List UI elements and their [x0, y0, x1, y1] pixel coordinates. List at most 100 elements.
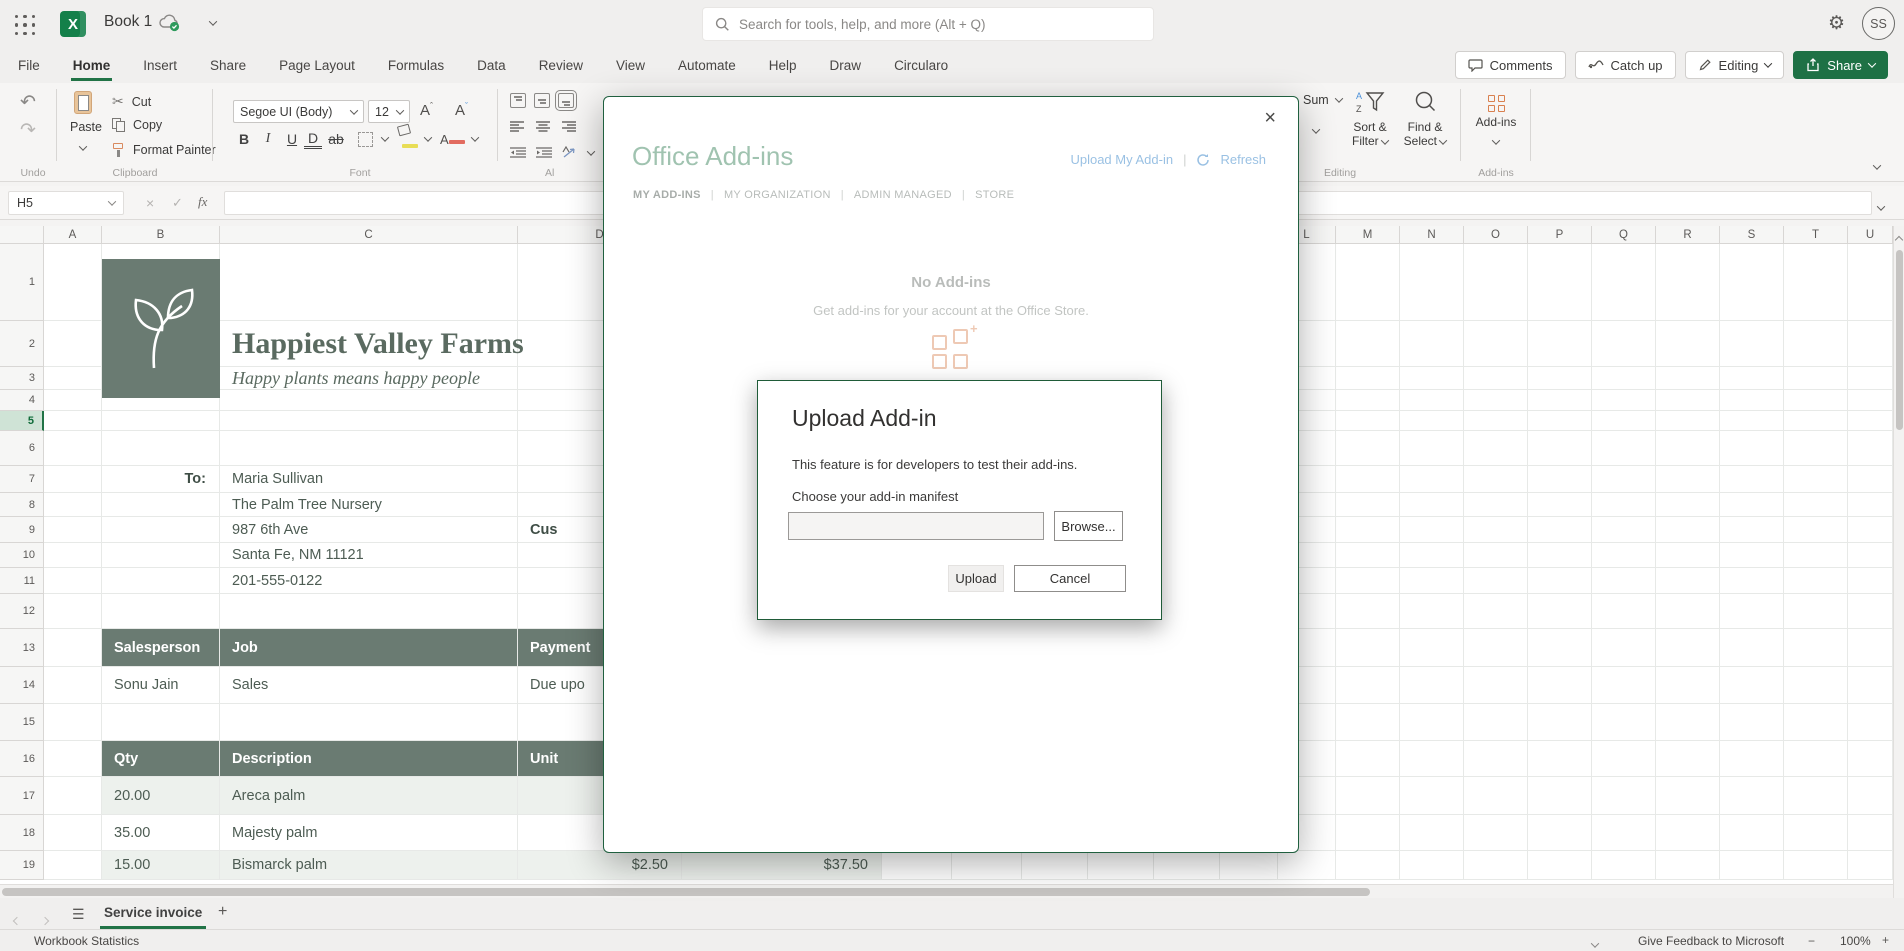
font-name-select[interactable]: Segoe UI (Body) — [233, 100, 364, 123]
ribbon-addins-button[interactable]: Add-ins — [1468, 89, 1524, 150]
decrease-indent-button[interactable] — [510, 147, 526, 159]
browse-button[interactable]: Browse... — [1054, 511, 1123, 541]
workbook-statistics-button[interactable]: Workbook Statistics — [34, 934, 139, 948]
cell-B13[interactable]: Salesperson — [102, 629, 220, 667]
paste-button[interactable]: Paste — [70, 91, 96, 156]
row-header-14[interactable]: 14 — [0, 667, 44, 704]
menu-help[interactable]: Help — [767, 50, 799, 81]
bold-button[interactable]: B — [232, 131, 256, 147]
row-header-4[interactable]: 4 — [0, 390, 44, 411]
add-sheet-icon[interactable]: + — [218, 903, 227, 921]
upload-my-addin-link[interactable]: Upload My Add-in — [1070, 152, 1173, 167]
borders-button[interactable] — [358, 132, 373, 147]
name-box[interactable]: H5 — [8, 191, 124, 215]
row-header-16[interactable]: 16 — [0, 741, 44, 777]
column-header-N[interactable]: N — [1400, 226, 1464, 244]
zoom-level[interactable]: 100% — [1840, 934, 1871, 948]
underline-button[interactable]: U — [280, 131, 304, 147]
orientation-chevron-icon[interactable] — [587, 147, 595, 155]
tab-my-organization[interactable]: MY ORGANIZATION — [724, 189, 831, 201]
search-input[interactable]: Search for tools, help, and more (Alt + … — [702, 7, 1154, 41]
menu-draw[interactable]: Draw — [828, 50, 864, 81]
strikethrough-button[interactable]: ab — [322, 131, 350, 147]
share-button[interactable]: Share — [1793, 51, 1888, 79]
vertical-scrollbar[interactable] — [1893, 226, 1904, 898]
insert-function-icon[interactable]: fx — [198, 194, 207, 210]
zoom-in-icon[interactable]: + — [1882, 933, 1889, 947]
menu-insert[interactable]: Insert — [141, 50, 179, 81]
row-header-6[interactable]: 6 — [0, 431, 44, 466]
cell-B14[interactable]: Sonu Jain — [102, 667, 220, 704]
menu-page-layout[interactable]: Page Layout — [277, 50, 357, 81]
autosum-button[interactable]: Sum — [1303, 93, 1342, 107]
menu-data[interactable]: Data — [475, 50, 508, 81]
cell-C8[interactable]: The Palm Tree Nursery — [220, 493, 518, 517]
horizontal-scrollbar[interactable] — [0, 884, 1893, 898]
collapse-ribbon-chevron-icon[interactable] — [1874, 157, 1880, 175]
column-header-R[interactable]: R — [1656, 226, 1720, 244]
menu-automate[interactable]: Automate — [676, 50, 738, 81]
row-header-17[interactable]: 17 — [0, 777, 44, 815]
cell-C14[interactable]: Sales — [220, 667, 518, 704]
menu-view[interactable]: View — [614, 50, 647, 81]
cell-E19[interactable]: $37.50 — [682, 851, 882, 880]
menu-share[interactable]: Share — [208, 50, 248, 81]
column-header-B[interactable]: B — [102, 226, 220, 244]
align-middle-button[interactable] — [534, 93, 550, 108]
cell-B18[interactable]: 35.00 — [102, 815, 220, 851]
upload-button[interactable]: Upload — [948, 565, 1004, 592]
row-header-5[interactable]: 5 — [0, 411, 44, 431]
row-header-8[interactable]: 8 — [0, 493, 44, 517]
editing-mode-button[interactable]: Editing — [1685, 51, 1785, 79]
autosum-split-chevron-icon[interactable] — [1313, 121, 1319, 139]
select-all-corner[interactable] — [0, 226, 44, 244]
dialog-close-icon[interactable]: × — [1264, 107, 1276, 130]
fill-color-button[interactable] — [398, 125, 418, 153]
catch-up-button[interactable]: Catch up — [1575, 51, 1676, 79]
cell-C2[interactable]: Happiest Valley Farms — [220, 321, 518, 367]
row-header-11[interactable]: 11 — [0, 568, 44, 594]
borders-chevron-icon[interactable] — [381, 133, 389, 141]
horizontal-scrollbar-thumb[interactable] — [2, 888, 1370, 896]
font-color-chevron-icon[interactable] — [470, 133, 478, 141]
cell-C10[interactable]: Santa Fe, NM 11121 — [220, 543, 518, 568]
status-chevron-icon[interactable] — [1591, 939, 1599, 947]
cell-C16[interactable]: Description — [220, 741, 518, 777]
cell-C3[interactable]: Happy plants means happy people — [220, 367, 518, 390]
column-header-A[interactable]: A — [44, 226, 102, 244]
sort-filter-button[interactable]: AZ Sort & Filter — [1346, 89, 1394, 148]
app-launcher-icon[interactable] — [14, 14, 36, 36]
column-header-O[interactable]: O — [1464, 226, 1528, 244]
column-header-S[interactable]: S — [1720, 226, 1784, 244]
cancel-entry-icon[interactable]: × — [146, 195, 154, 211]
tab-my-addins[interactable]: MY ADD-INS — [633, 189, 701, 201]
cut-button[interactable]: ✂ Cut — [112, 93, 151, 110]
find-select-button[interactable]: Find & Select — [1400, 89, 1450, 148]
copy-button[interactable]: Copy — [112, 118, 162, 132]
align-center-button[interactable] — [536, 121, 550, 133]
row-header-12[interactable]: 12 — [0, 594, 44, 629]
refresh-icon[interactable] — [1196, 153, 1210, 167]
row-header-7[interactable]: 7 — [0, 466, 44, 493]
row-header-19[interactable]: 19 — [0, 851, 44, 880]
tab-admin-managed[interactable]: ADMIN MANAGED — [854, 189, 952, 201]
shrink-font-button[interactable]: Aˇ — [455, 101, 468, 119]
confirm-entry-icon[interactable]: ✓ — [172, 195, 183, 211]
column-header-C[interactable]: C — [220, 226, 518, 244]
undo-icon[interactable]: ↶ — [20, 91, 36, 114]
scroll-up-icon[interactable] — [1895, 236, 1903, 244]
sheet-tab-service-invoice[interactable]: Service invoice — [100, 898, 206, 929]
fill-color-chevron-icon[interactable] — [424, 133, 432, 141]
redo-icon[interactable]: ↷ — [20, 119, 36, 142]
column-header-P[interactable]: P — [1528, 226, 1592, 244]
column-header-M[interactable]: M — [1336, 226, 1400, 244]
row-header-13[interactable]: 13 — [0, 629, 44, 667]
cell-B7[interactable]: To: — [102, 466, 220, 493]
prev-sheet-icon[interactable] — [13, 917, 21, 925]
row-header-2[interactable]: 2 — [0, 321, 44, 367]
menu-file[interactable]: File — [16, 50, 42, 81]
menu-circularo[interactable]: Circularo — [892, 50, 950, 81]
double-underline-button[interactable]: D — [304, 130, 322, 149]
cell-C13[interactable]: Job — [220, 629, 518, 667]
row-header-18[interactable]: 18 — [0, 815, 44, 851]
